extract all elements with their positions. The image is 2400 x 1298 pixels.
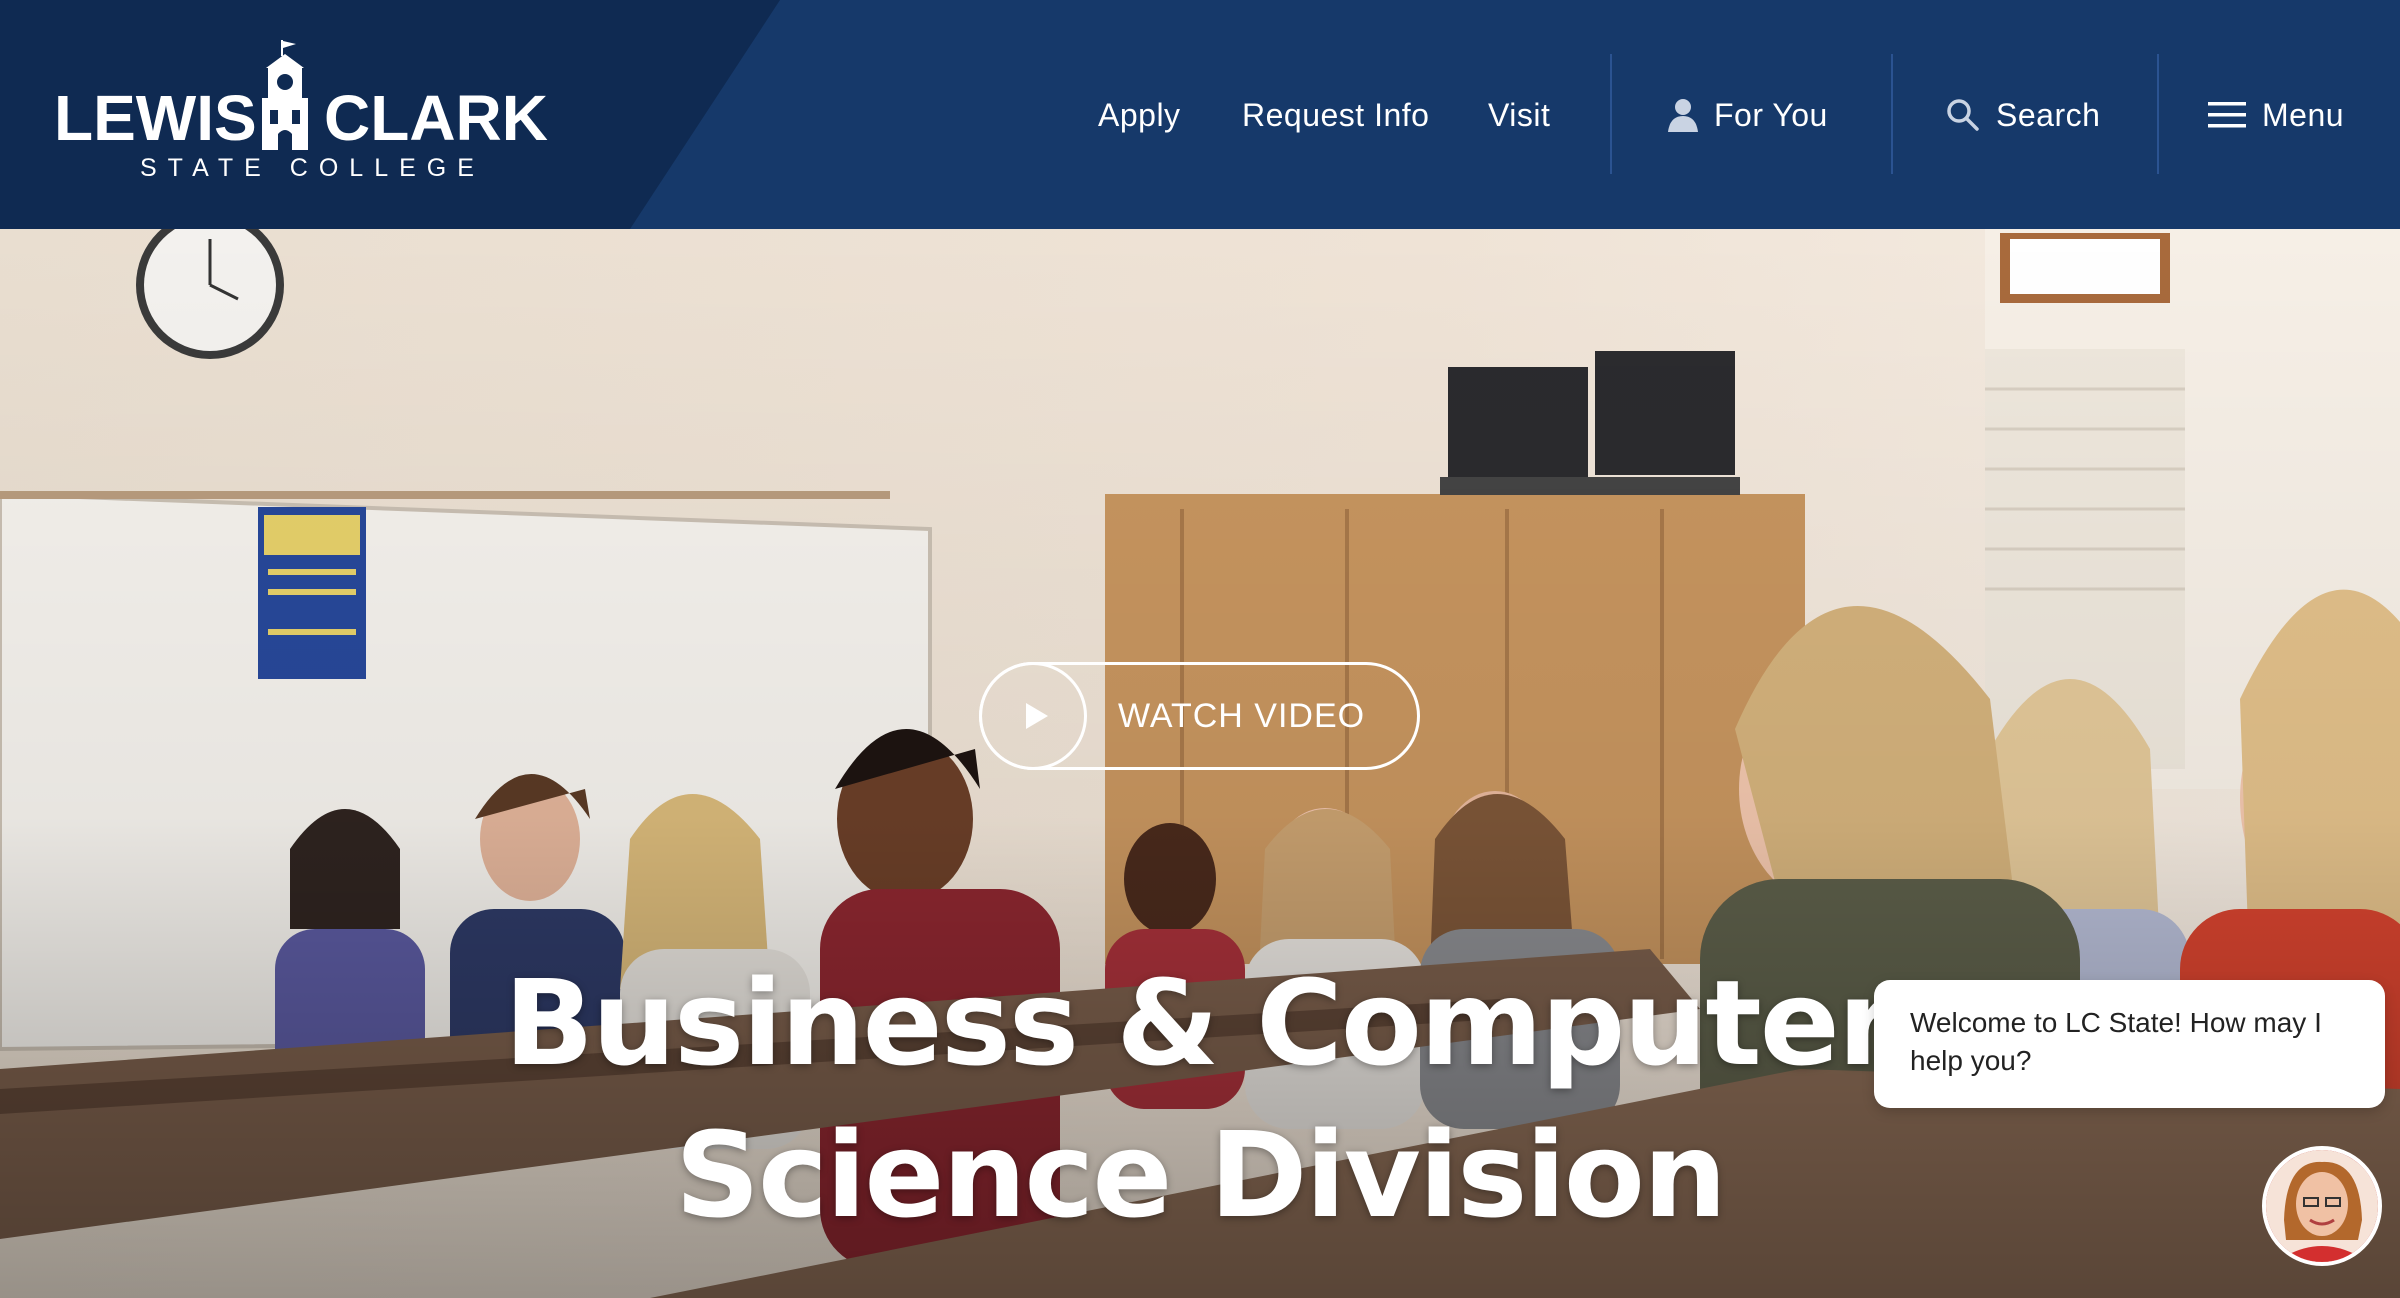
nav-search-button[interactable]: Search <box>1996 92 2100 138</box>
clock-tower-logo-icon <box>262 40 308 150</box>
hamburger-menu-icon <box>2208 102 2246 128</box>
page-title-line-2: Science Division <box>675 1106 1727 1244</box>
nav-divider <box>1610 54 1612 174</box>
hero-banner: WATCH VIDEO Business & Computer Science … <box>0 229 2400 1298</box>
play-icon <box>979 662 1087 770</box>
site-header: LEWIS CLARK STATE COLLEGE Apply Request … <box>0 0 2400 229</box>
nav-apply-link[interactable]: Apply <box>1098 92 1181 138</box>
college-logo[interactable]: LEWIS CLARK STATE COLLEGE <box>52 38 552 188</box>
search-icon <box>1947 99 1979 131</box>
nav-request-info-link[interactable]: Request Info <box>1242 92 1429 138</box>
nav-menu-button[interactable]: Menu <box>2262 92 2344 138</box>
logo-subtitle: STATE COLLEGE <box>140 154 485 182</box>
logo-word-lewis: LEWIS <box>54 82 257 154</box>
watch-video-button[interactable]: WATCH VIDEO <box>979 662 1420 770</box>
nav-divider <box>2157 54 2159 174</box>
chat-agent-avatar[interactable] <box>2262 1146 2382 1266</box>
chat-welcome-bubble[interactable]: Welcome to LC State! How may I help you? <box>1874 980 2385 1108</box>
nav-visit-link[interactable]: Visit <box>1488 92 1550 138</box>
user-icon <box>1668 99 1698 132</box>
chat-welcome-message: Welcome to LC State! How may I help you? <box>1910 1007 2322 1076</box>
nav-divider <box>1891 54 1893 174</box>
logo-word-clark: CLARK <box>324 82 548 154</box>
avatar <box>2266 1150 2378 1262</box>
nav-for-you-button[interactable]: For You <box>1714 92 1828 138</box>
watch-video-label: WATCH VIDEO <box>1118 697 1366 735</box>
